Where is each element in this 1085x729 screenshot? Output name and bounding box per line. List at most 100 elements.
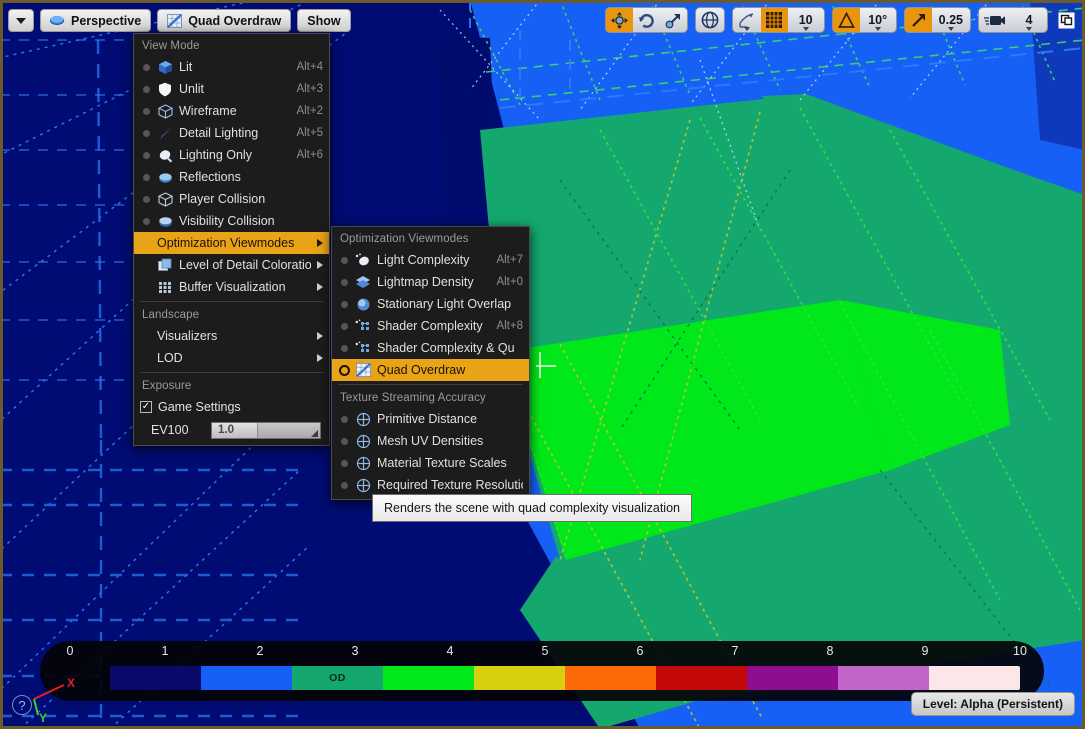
scale-color-segment (747, 666, 838, 690)
menu-item-shader-complexity[interactable]: Shader Complexity Alt+8 (332, 315, 529, 337)
menu-item-unlit[interactable]: Unlit Alt+3 (134, 78, 329, 100)
menu-item-reflections[interactable]: Reflections (134, 166, 329, 188)
viewport-options-button[interactable] (8, 9, 34, 32)
rotate-tool-button[interactable] (633, 8, 660, 32)
radio-indicator (140, 152, 153, 159)
camera-speed-button[interactable] (979, 8, 1011, 32)
menu-item-visibility-collision[interactable]: Visibility Collision (134, 210, 329, 232)
visibility-collision-icon (155, 213, 175, 230)
angle-snap-icon (838, 12, 855, 29)
viewport-toolbar-left: Perspective Quad Overdraw Show (8, 9, 351, 32)
transform-tools-group (605, 7, 688, 33)
scale-tick-label: 9 (922, 644, 929, 658)
scale-snap-toggle[interactable] (905, 8, 932, 32)
unreal-editor-viewport-window: Perspective Quad Overdraw Show (0, 0, 1085, 729)
angle-snap-toggle[interactable] (833, 8, 860, 32)
menu-item-label: Wireframe (179, 104, 288, 118)
camera-speed-icon (984, 13, 1006, 28)
menu-item-player-collision[interactable]: Player Collision (134, 188, 329, 210)
ev100-row: EV100 1.0 (134, 418, 329, 442)
grid-snap-value-dropdown[interactable]: 10 (788, 8, 824, 32)
menu-item-wireframe[interactable]: Wireframe Alt+2 (134, 100, 329, 122)
radio-indicator (140, 218, 153, 225)
menu-item-label: Lit (179, 60, 288, 74)
globe-grid-icon (353, 411, 373, 428)
stationary-light-overlap-icon (353, 296, 373, 313)
ev100-slider[interactable]: 1.0 (211, 422, 321, 439)
scale-tool-button[interactable] (660, 8, 687, 32)
menu-item-mesh-uv-densities[interactable]: Mesh UV Densities (332, 430, 529, 452)
chevron-right-icon (317, 261, 323, 269)
ev100-resize-grip-icon[interactable] (311, 430, 318, 437)
globe-grid-icon (353, 477, 373, 494)
chevron-right-icon (317, 283, 323, 291)
scale-color-segment (929, 666, 1020, 690)
player-collision-icon (155, 191, 175, 208)
quad-overdraw-scale-bar: 012345678910 OD (40, 641, 1044, 701)
camera-speed-value-dropdown[interactable]: 4 (1011, 8, 1047, 32)
menu-item-primitive-distance[interactable]: Primitive Distance (332, 408, 529, 430)
scale-color-segment (474, 666, 565, 690)
menu-item-lightmap-density[interactable]: Lightmap Density Alt+0 (332, 271, 529, 293)
menu-item-lod[interactable]: LOD (134, 347, 329, 369)
unlit-shield-icon (155, 81, 175, 98)
scale-color-segment (383, 666, 474, 690)
menu-item-lit[interactable]: Lit Alt+4 (134, 56, 329, 78)
menu-item-level-of-detail-coloration[interactable]: Level of Detail Coloration (134, 254, 329, 276)
menu-item-shader-complexity-and-quads[interactable]: Shader Complexity & Quads (332, 337, 529, 359)
menu-item-accel: Alt+4 (288, 61, 323, 73)
scale-tick-label: 7 (732, 644, 739, 658)
game-settings-row[interactable]: ✓ Game Settings (134, 396, 329, 418)
radio-indicator (338, 438, 351, 445)
scale-tick-labels: 012345678910 (40, 644, 1044, 661)
menu-item-stationary-light-overlap[interactable]: Stationary Light Overlap (332, 293, 529, 315)
scale-snap-value-dropdown[interactable]: 0.25 (932, 8, 970, 32)
menu-item-accel: Alt+0 (488, 276, 523, 288)
scale-tick-label: 2 (257, 644, 264, 658)
menu-item-detail-lighting[interactable]: Detail Lighting Alt+5 (134, 122, 329, 144)
show-flags-button[interactable]: Show (297, 9, 350, 32)
radio-indicator (338, 482, 351, 489)
menu-item-visualizers[interactable]: Visualizers (134, 325, 329, 347)
scale-snap-icon (910, 12, 927, 29)
menu-item-buffer-visualization[interactable]: Buffer Visualization (134, 276, 329, 298)
menu-separator (140, 372, 323, 373)
ev100-value: 1.0 (212, 424, 234, 436)
caret-down-icon (16, 18, 26, 24)
menu-item-required-texture-resolution[interactable]: Required Texture Resolution (332, 474, 529, 496)
translate-tool-button[interactable] (606, 8, 633, 32)
surface-snap-button[interactable] (733, 8, 761, 32)
menu-item-label: Lighting Only (179, 148, 288, 162)
chevron-right-icon (317, 332, 323, 340)
maximize-viewport-button[interactable] (1055, 9, 1077, 31)
scale-snap-group: 0.25 (904, 7, 971, 33)
help-icon[interactable]: ? (12, 695, 32, 715)
menu-item-accel: Alt+8 (488, 320, 523, 332)
grid-snap-caret-icon (803, 27, 809, 31)
menu-item-light-complexity[interactable]: Light Complexity Alt+7 (332, 249, 529, 271)
grid-snap-toggle[interactable] (761, 8, 788, 32)
world-coordinates-button[interactable] (696, 8, 724, 32)
menu-item-optimization-viewmodes[interactable]: Optimization Viewmodes (134, 232, 329, 254)
camera-perspective-button[interactable]: Perspective (40, 9, 151, 32)
menu-item-quad-overdraw[interactable]: Quad Overdraw (332, 359, 529, 381)
angle-snap-value-dropdown[interactable]: 10° (860, 8, 896, 32)
submenu-section-optimization: Optimization Viewmodes (332, 229, 529, 249)
world-coordinates-icon (701, 11, 719, 29)
game-settings-checkbox[interactable]: ✓ (140, 401, 152, 413)
view-mode-button[interactable]: Quad Overdraw (157, 9, 291, 32)
quad-overdraw-icon (353, 362, 373, 379)
view-mode-menu: View Mode Lit Alt+4 Unlit A (133, 33, 330, 446)
show-label: Show (307, 14, 340, 28)
menu-section-landscape: Landscape (134, 305, 329, 325)
menu-item-lighting-only[interactable]: Lighting Only Alt+6 (134, 144, 329, 166)
submenu-section-texture-streaming: Texture Streaming Accuracy (332, 388, 529, 408)
menu-item-label: Buffer Visualization (179, 280, 311, 294)
scale-color-segment (201, 666, 292, 690)
game-settings-label: Game Settings (158, 400, 241, 414)
menu-item-label: Level of Detail Coloration (179, 258, 311, 272)
menu-item-material-texture-scales[interactable]: Material Texture Scales (332, 452, 529, 474)
perspective-label: Perspective (71, 14, 141, 28)
scale-color-segments: OD (110, 666, 1020, 690)
scale-tool-icon (665, 12, 682, 29)
